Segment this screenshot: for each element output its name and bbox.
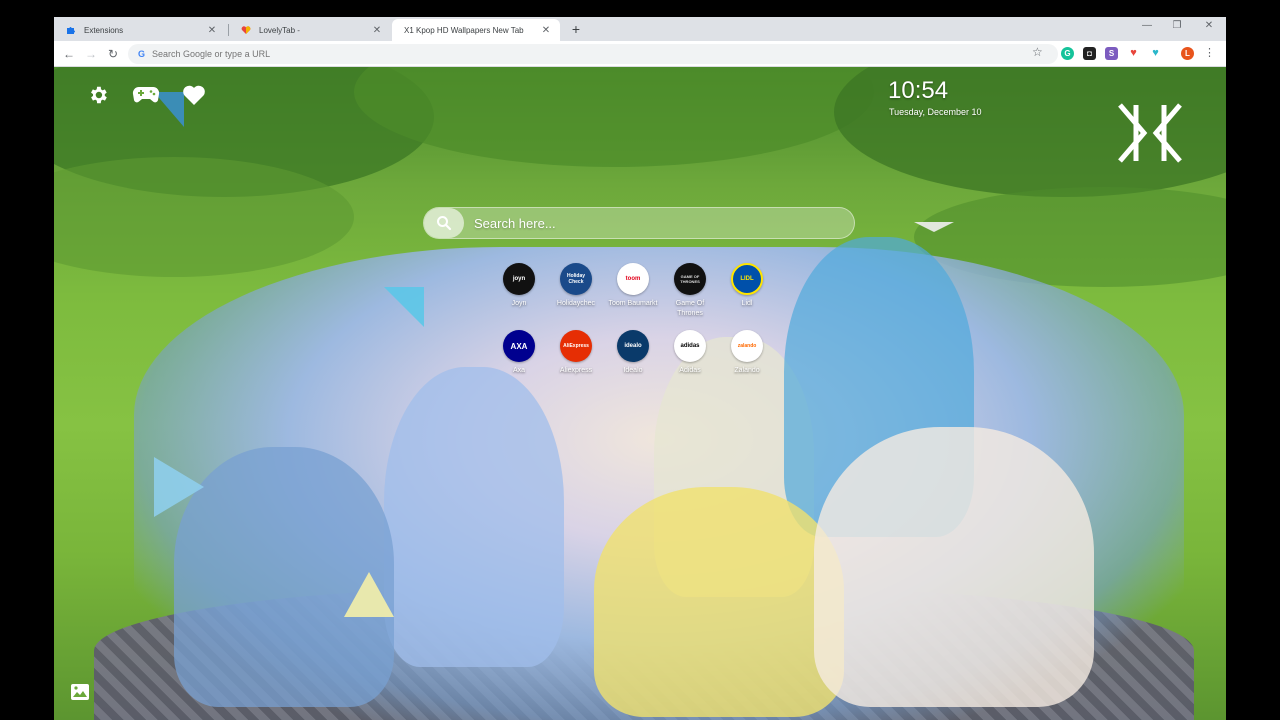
new-tab-button[interactable]: + xyxy=(568,21,584,37)
top-icons xyxy=(84,81,208,109)
shortcut-game-of-thrones[interactable]: GAME OF THRONES Game Of Thrones xyxy=(665,263,715,319)
shortcut-joyn[interactable]: joyn Joyn xyxy=(494,263,544,309)
shortcut-label: Idealo xyxy=(623,367,643,374)
clock-time: 10:54 xyxy=(888,77,949,104)
shortcut-label: Joyn xyxy=(511,300,527,307)
image-icon[interactable] xyxy=(70,683,90,701)
shortcut-aliexpress[interactable]: AliExpress Aliexpress xyxy=(551,330,601,376)
shortcut-idealo[interactable]: idealo Idealo xyxy=(608,330,658,376)
shortcut-label: Lidl xyxy=(741,300,753,307)
extension-icon[interactable]: ◘ xyxy=(1083,47,1096,60)
close-window-icon[interactable]: ✕ xyxy=(1194,20,1224,31)
gamepad-icon[interactable] xyxy=(132,81,160,109)
shortcut-label: Holidaychec xyxy=(556,300,596,307)
tab-extensions[interactable]: Extensions ✕ xyxy=(54,19,226,41)
google-icon: G xyxy=(138,49,146,59)
tab-title: Extensions xyxy=(84,25,124,35)
shortcut-holidaycheck[interactable]: Holiday Check Holidaychec xyxy=(551,263,601,309)
idealo-logo: idealo xyxy=(617,330,649,362)
address-bar[interactable]: G xyxy=(128,44,1058,64)
close-icon[interactable]: ✕ xyxy=(206,25,218,36)
shortcut-label: Zalando xyxy=(734,367,760,374)
shortcut-label: Axa xyxy=(512,367,526,374)
forward-icon[interactable]: → xyxy=(83,46,99,62)
shortcut-toom[interactable]: toom Toom Baumarkt xyxy=(608,263,658,309)
puzzle-icon xyxy=(66,25,76,35)
clock-date: Tuesday, December 10 xyxy=(889,107,982,117)
tab-title: LovelyTab - xyxy=(259,25,300,35)
axa-logo: AXA xyxy=(503,330,535,362)
minimize-icon[interactable]: — xyxy=(1132,20,1162,31)
joyn-logo: joyn xyxy=(503,263,535,295)
lovelytab-heart-icon[interactable]: ♥ xyxy=(1127,47,1140,60)
got-logo: GAME OF THRONES xyxy=(674,263,706,295)
back-icon[interactable]: ← xyxy=(61,46,77,62)
more-menu-icon[interactable]: ⋮ xyxy=(1204,46,1215,59)
close-icon[interactable]: ✕ xyxy=(371,25,383,36)
omnibox-input[interactable] xyxy=(152,49,553,59)
heart-icon[interactable] xyxy=(180,81,208,109)
shortcut-zalando[interactable]: zalando Zalando xyxy=(722,330,772,376)
search-icon[interactable] xyxy=(424,208,464,238)
tab-title: X1 Kpop HD Wallpapers New Tab xyxy=(404,25,524,35)
toom-logo: toom xyxy=(617,263,649,295)
browser-window: Extensions ✕ LovelyTab - ✕ X1 Kpop HD Wa… xyxy=(54,17,1226,720)
grammarly-icon[interactable]: G xyxy=(1061,47,1074,60)
browser-toolbar: ← → ↻ G ☆ G ◘ S ♥ ♥ L ⋮ xyxy=(54,41,1226,67)
shortcut-label: Toom Baumarkt xyxy=(608,300,658,307)
profile-avatar[interactable]: L xyxy=(1181,47,1194,60)
tab-strip: Extensions ✕ LovelyTab - ✕ X1 Kpop HD Wa… xyxy=(54,17,1226,41)
search-placeholder: Search here... xyxy=(474,215,556,231)
tab-lovelytab[interactable]: LovelyTab - ✕ xyxy=(229,19,391,41)
shortcut-lidl[interactable]: LIDL Lidl xyxy=(722,263,772,309)
search-bar[interactable]: Search here... xyxy=(423,207,855,239)
holidaycheck-logo: Holiday Check xyxy=(560,263,592,295)
gear-icon[interactable] xyxy=(84,81,112,109)
reload-icon[interactable]: ↻ xyxy=(105,46,121,62)
shortcut-label: Game Of Thrones xyxy=(675,300,705,317)
tab-x1-kpop[interactable]: X1 Kpop HD Wallpapers New Tab ✕ xyxy=(392,19,560,41)
x1-logo xyxy=(1118,103,1182,163)
shortcut-label: Aliexpress xyxy=(559,367,593,374)
new-tab-page: 10:54 Tuesday, December 10 Search here..… xyxy=(54,67,1226,720)
aliexpress-logo: AliExpress xyxy=(560,330,592,362)
extension-s-icon[interactable]: S xyxy=(1105,47,1118,60)
bookmark-star-icon[interactable]: ☆ xyxy=(1032,45,1043,59)
zalando-logo: zalando xyxy=(731,330,763,362)
shortcut-axa[interactable]: AXA Axa xyxy=(494,330,544,376)
shortcut-label: Adidas xyxy=(679,367,701,374)
shortcut-adidas[interactable]: adidas Adidas xyxy=(665,330,715,376)
maximize-icon[interactable]: ❐ xyxy=(1162,20,1192,31)
lidl-logo: LIDL xyxy=(731,263,763,295)
close-icon[interactable]: ✕ xyxy=(540,25,552,36)
heart-extension-icon[interactable]: ♥ xyxy=(1149,47,1162,60)
adidas-logo: adidas xyxy=(674,330,706,362)
heart-icon xyxy=(241,25,251,35)
